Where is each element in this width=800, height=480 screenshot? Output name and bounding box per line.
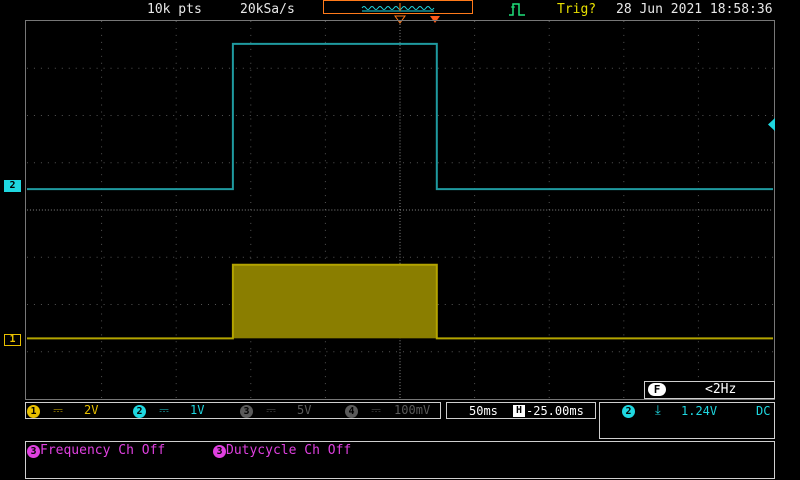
- channel-2-scale: 1V: [190, 403, 205, 417]
- timebase-info[interactable]: 50ms H -25.00ms: [446, 402, 596, 419]
- channel-1-number: 1: [27, 405, 40, 418]
- memory-position-bar[interactable]: [323, 0, 473, 14]
- horizontal-position: -25.00ms: [526, 404, 584, 418]
- sample-rate: 20kSa/s: [240, 2, 295, 17]
- channel-1-scale: 2V: [84, 403, 99, 417]
- channel-3-number: 3: [240, 405, 253, 418]
- channel-4-scale: 100mV: [394, 403, 431, 417]
- horizontal-position-icon: H: [513, 405, 525, 417]
- channel-1-offset-marker[interactable]: 1: [4, 334, 21, 346]
- channel-2-offset-marker[interactable]: 2: [4, 180, 21, 192]
- trigger-source: 2: [622, 405, 635, 418]
- trigger-status: Trig?: [557, 2, 597, 17]
- date-time: 28 Jun 2021 18:58:36: [616, 2, 773, 17]
- channel-1-burst: [232, 264, 437, 339]
- channel-3-info[interactable]: 3 ⎓ 5V: [240, 403, 312, 418]
- falling-edge-icon: ⤓: [655, 403, 661, 418]
- trigger-coupling: DC: [756, 404, 771, 418]
- channel-4-info[interactable]: 4 ⎓ 100mV: [345, 403, 430, 418]
- frequency-value: <2Hz: [705, 382, 737, 397]
- time-scale: 50ms: [469, 404, 498, 418]
- trigger-info[interactable]: 2 ⤓ 1.24V DC: [599, 402, 775, 439]
- channel-1-info[interactable]: 1 ⎓ 2V: [27, 403, 99, 418]
- channel-2-number: 2: [133, 405, 146, 418]
- trigger-edge-icon: [509, 3, 525, 16]
- channel-3-scale: 5V: [297, 403, 312, 417]
- dc-coupling-icon: ⎓: [266, 403, 276, 417]
- record-length: 10k pts: [147, 2, 202, 17]
- measure-source-number: 3: [27, 445, 40, 458]
- dc-coupling-icon: ⎓: [53, 403, 63, 417]
- memory-waveform-icon: [361, 3, 435, 12]
- measurement-frequency-text: Frequency Ch Off: [40, 443, 166, 458]
- dc-coupling-icon: ⎓: [371, 403, 381, 417]
- measurement-dutycycle-text: Dutycycle Ch Off: [226, 443, 352, 458]
- measurement-dutycycle[interactable]: 3 Dutycycle Ch Off: [213, 443, 351, 458]
- dc-coupling-icon: ⎓: [159, 403, 169, 417]
- measurement-frequency[interactable]: 3 Frequency Ch Off: [27, 443, 165, 458]
- waveform-display[interactable]: [25, 20, 775, 400]
- trigger-level-marker[interactable]: [766, 118, 776, 132]
- measure-source-number: 3: [213, 445, 226, 458]
- channel-2-info[interactable]: 2 ⎓ 1V: [133, 403, 205, 418]
- trigger-level: 1.24V: [681, 404, 718, 418]
- channel-4-number: 4: [345, 405, 358, 418]
- frequency-label: F: [648, 383, 666, 396]
- frequency-counter: F <2Hz: [644, 381, 775, 399]
